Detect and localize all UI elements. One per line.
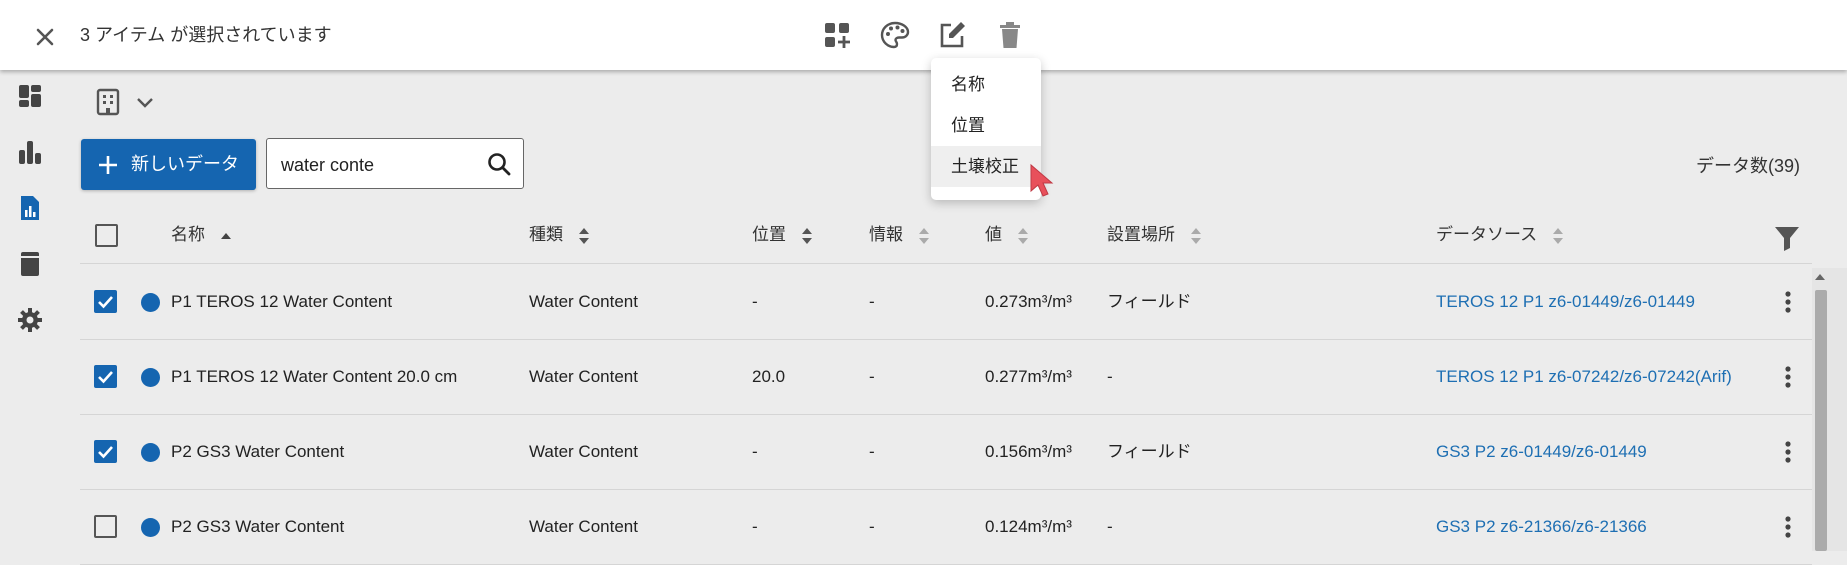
cell-type: Water Content bbox=[529, 292, 638, 311]
bar-chart-icon[interactable] bbox=[16, 138, 44, 166]
search-box bbox=[266, 138, 524, 189]
delete-icon[interactable] bbox=[993, 18, 1027, 52]
status-dot bbox=[141, 518, 160, 537]
status-dot bbox=[141, 293, 160, 312]
column-label: 設置場所 bbox=[1107, 225, 1175, 244]
menu-item-soil-calibration[interactable]: 土壌校正 bbox=[931, 146, 1041, 187]
cell-data-source-link[interactable]: GS3 P2 z6-21366/z6-21366 bbox=[1436, 515, 1647, 539]
select-all-checkbox[interactable] bbox=[95, 224, 118, 247]
dashboard-icon[interactable] bbox=[16, 82, 44, 110]
selection-count-text: 3 アイテム が選択されています bbox=[80, 25, 332, 45]
cell-type: Water Content bbox=[529, 517, 638, 536]
sort-icon bbox=[918, 227, 929, 244]
cell-location: - bbox=[1107, 517, 1113, 536]
more-vert-icon[interactable] bbox=[1776, 288, 1800, 316]
checkmark-icon bbox=[98, 371, 113, 384]
edit-dropdown-menu: 名称 位置 土壌校正 bbox=[931, 58, 1041, 200]
cell-info: - bbox=[869, 367, 875, 386]
column-header-name[interactable]: 名称 bbox=[171, 222, 232, 248]
menu-item-name[interactable]: 名称 bbox=[931, 64, 1041, 105]
status-dot bbox=[141, 368, 160, 387]
more-vert-icon[interactable] bbox=[1776, 438, 1800, 466]
cell-data-source-link[interactable]: GS3 P2 z6-01449/z6-01449 bbox=[1436, 440, 1647, 464]
cell-info: - bbox=[869, 517, 875, 536]
row-checkbox[interactable] bbox=[94, 440, 117, 463]
cell-position: 20.0 bbox=[752, 367, 786, 386]
cell-name: P1 TEROS 12 Water Content bbox=[171, 292, 393, 311]
column-label: 情報 bbox=[869, 225, 903, 244]
sort-icon bbox=[801, 227, 812, 244]
scroll-up-arrow-icon[interactable] bbox=[1813, 270, 1827, 284]
cell-location: - bbox=[1107, 367, 1113, 386]
cell-type: Water Content bbox=[529, 442, 638, 461]
table-row[interactable]: P1 TEROS 12 Water Content Water Content … bbox=[80, 264, 1812, 340]
cell-location: フィールド bbox=[1107, 292, 1192, 311]
cell-position: - bbox=[752, 517, 758, 536]
checkmark-icon bbox=[98, 446, 113, 459]
status-dot bbox=[141, 443, 160, 462]
device-icon[interactable] bbox=[16, 250, 44, 278]
column-label: データソース bbox=[1436, 225, 1538, 244]
building-icon[interactable] bbox=[96, 88, 120, 116]
cell-data-source-link[interactable]: TEROS 12 P1 z6-07242/z6-07242(Arif) bbox=[1436, 365, 1732, 389]
palette-icon[interactable] bbox=[878, 18, 912, 52]
chevron-down-icon[interactable] bbox=[133, 90, 157, 114]
row-checkbox[interactable] bbox=[94, 290, 117, 313]
sort-ascending-icon bbox=[220, 232, 231, 239]
column-label: 位置 bbox=[752, 225, 786, 244]
hand-cursor-icon bbox=[1030, 163, 1054, 197]
column-label: 名称 bbox=[171, 225, 205, 244]
column-header-position[interactable]: 位置 bbox=[752, 222, 813, 248]
menu-item-position[interactable]: 位置 bbox=[931, 105, 1041, 146]
selection-bar: 3 アイテム が選択されています bbox=[0, 0, 1847, 70]
edit-icon[interactable] bbox=[935, 18, 969, 52]
column-label: 値 bbox=[985, 225, 1002, 244]
column-label: 種類 bbox=[529, 225, 563, 244]
data-count: データ数(39) bbox=[1695, 156, 1800, 176]
cell-position: - bbox=[752, 442, 758, 461]
new-data-label: 新しいデータ bbox=[131, 154, 239, 174]
dashboard-add-icon[interactable] bbox=[820, 18, 854, 52]
filter-icon[interactable] bbox=[1773, 224, 1801, 252]
cell-value: 0.156m³/m³ bbox=[985, 442, 1072, 461]
cell-info: - bbox=[869, 442, 875, 461]
cell-name: P2 GS3 Water Content bbox=[171, 517, 345, 536]
column-header-info[interactable]: 情報 bbox=[869, 222, 930, 248]
cell-value: 0.124m³/m³ bbox=[985, 517, 1072, 536]
report-icon[interactable] bbox=[16, 194, 44, 222]
row-checkbox[interactable] bbox=[94, 365, 117, 388]
cell-name: P2 GS3 Water Content bbox=[171, 442, 345, 461]
cell-value: 0.277m³/m³ bbox=[985, 367, 1072, 386]
cell-location: フィールド bbox=[1107, 442, 1192, 461]
more-vert-icon[interactable] bbox=[1776, 363, 1800, 391]
new-data-button[interactable]: 新しいデータ bbox=[81, 139, 256, 190]
cell-info: - bbox=[869, 292, 875, 311]
column-header-value[interactable]: 値 bbox=[985, 222, 1029, 248]
sort-icon bbox=[1190, 227, 1201, 244]
search-input[interactable] bbox=[279, 151, 483, 179]
scrollbar-thumb[interactable] bbox=[1815, 290, 1827, 551]
search-icon[interactable] bbox=[486, 151, 512, 177]
cell-data-source-link[interactable]: TEROS 12 P1 z6-01449/z6-01449 bbox=[1436, 290, 1695, 314]
table-row[interactable]: P2 GS3 Water Content Water Content - - 0… bbox=[80, 414, 1812, 490]
table-row[interactable]: P2 GS3 Water Content Water Content - - 0… bbox=[80, 489, 1812, 565]
cell-type: Water Content bbox=[529, 367, 638, 386]
sort-icon bbox=[578, 227, 589, 244]
column-header-type[interactable]: 種類 bbox=[529, 222, 590, 248]
close-icon[interactable] bbox=[30, 22, 60, 52]
cell-name: P1 TEROS 12 Water Content 20.0 cm bbox=[171, 367, 458, 386]
table-row[interactable]: P1 TEROS 12 Water Content 20.0 cm Water … bbox=[80, 339, 1812, 415]
column-header-data-source[interactable]: データソース bbox=[1436, 222, 1564, 248]
row-checkbox[interactable] bbox=[94, 515, 117, 538]
cell-position: - bbox=[752, 292, 758, 311]
cell-value: 0.273m³/m³ bbox=[985, 292, 1072, 311]
checkmark-icon bbox=[98, 296, 113, 309]
more-vert-icon[interactable] bbox=[1776, 513, 1800, 541]
column-header-location[interactable]: 設置場所 bbox=[1107, 222, 1202, 248]
sort-icon bbox=[1552, 227, 1563, 244]
plus-icon bbox=[99, 156, 117, 174]
settings-icon[interactable] bbox=[16, 306, 44, 334]
sort-icon bbox=[1017, 227, 1028, 244]
